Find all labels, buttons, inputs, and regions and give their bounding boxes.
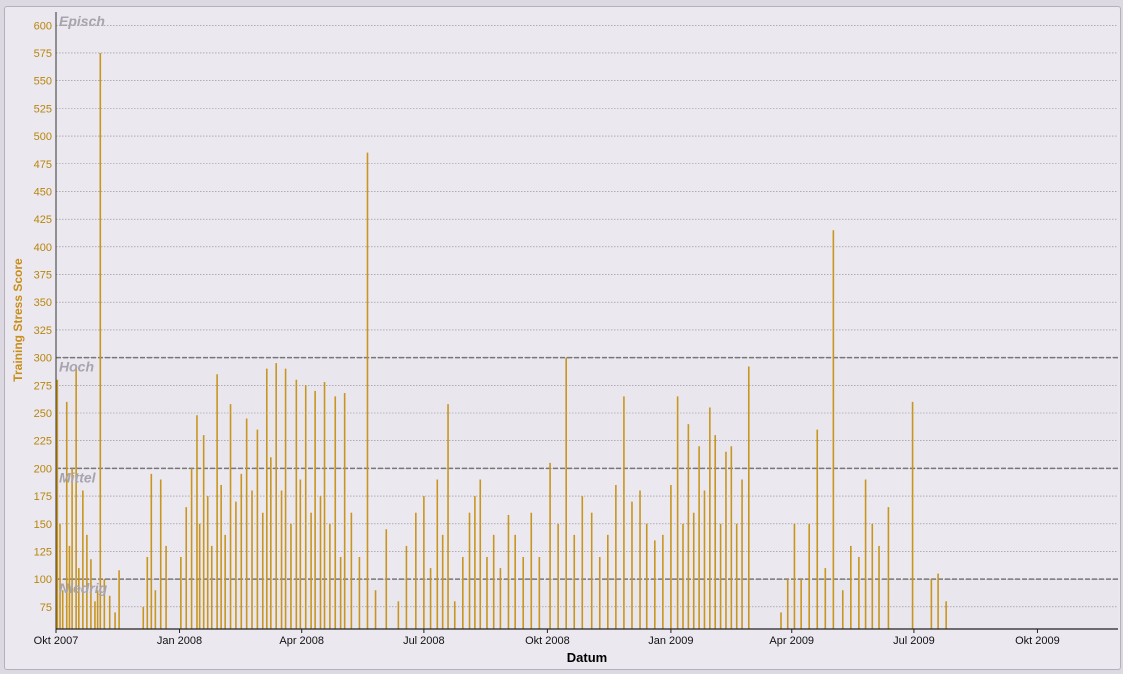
y-tick-label: 150 xyxy=(34,519,52,531)
y-tick-label: 500 xyxy=(34,131,52,143)
y-tick-label: 450 xyxy=(34,186,52,198)
x-axis-title: Datum xyxy=(567,650,607,665)
y-tick-label: 75 xyxy=(40,602,52,614)
zone-label: Niedrig xyxy=(59,580,108,596)
y-axis-title: Training Stress Score xyxy=(11,258,25,382)
y-tick-label: 175 xyxy=(34,491,52,503)
zone-band xyxy=(56,12,1118,358)
x-tick-label: Jul 2008 xyxy=(403,635,445,647)
x-tick-label: Jan 2009 xyxy=(648,635,693,647)
y-tick-label: 400 xyxy=(34,242,52,254)
y-tick-label: 350 xyxy=(34,297,52,309)
x-tick-label: Okt 2009 xyxy=(1015,635,1060,647)
zone-label: Hoch xyxy=(59,359,94,375)
y-tick-label: 200 xyxy=(34,463,52,475)
x-tick-label: Okt 2008 xyxy=(525,635,570,647)
y-tick-label: 325 xyxy=(34,325,52,337)
zone-label: Mittel xyxy=(59,469,97,485)
y-tick-label: 100 xyxy=(34,574,52,586)
x-tick-label: Jul 2009 xyxy=(893,635,935,647)
y-tick-label: 125 xyxy=(34,546,52,558)
y-tick-label: 300 xyxy=(34,353,52,365)
y-tick-label: 425 xyxy=(34,214,52,226)
y-tick-label: 525 xyxy=(34,103,52,115)
x-tick-label: Apr 2009 xyxy=(769,635,814,647)
y-tick-label: 225 xyxy=(34,436,52,448)
y-tick-label: 550 xyxy=(34,76,52,88)
y-tick-label: 375 xyxy=(34,270,52,282)
x-tick-label: Jan 2008 xyxy=(157,635,202,647)
zone-band xyxy=(56,579,1118,629)
zone-bands xyxy=(56,12,1118,629)
y-tick-label: 600 xyxy=(34,20,52,32)
x-tick-label: Apr 2008 xyxy=(279,635,324,647)
y-tick-label: 475 xyxy=(34,159,52,171)
y-tick-labels: 75 100 125 150 175 200 225 250 275 300 325 350 375 40… xyxy=(34,20,52,614)
y-tick-label: 250 xyxy=(34,408,52,420)
x-tick-labels: Okt 2007 Jan 2008 Apr 2008 Jul 2008 Okt 2008… xyxy=(34,635,1060,647)
y-tick-label: 275 xyxy=(34,380,52,392)
zone-label: Episch xyxy=(59,13,105,29)
y-tick-label: 575 xyxy=(34,48,52,60)
x-tick-label: Okt 2007 xyxy=(34,635,79,647)
tss-chart: Episch Hoch Mittel Niedrig 75 100 125 150 175 20… xyxy=(11,12,1118,665)
chart-panel: Episch Hoch Mittel Niedrig 75 100 125 150 175 20… xyxy=(4,6,1121,670)
